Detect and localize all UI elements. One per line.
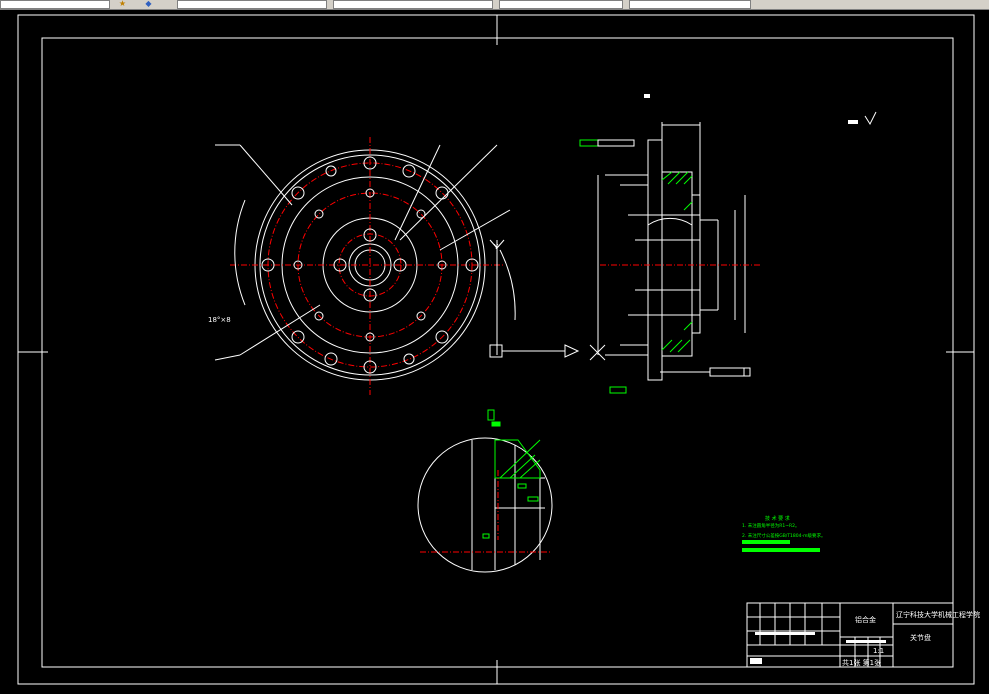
scale-label: 1:1	[873, 647, 884, 655]
part-name-label: 关节盘	[910, 633, 931, 642]
cad-drawing: 18°×8 Y 技 术 要 求 1. 未注圆角半径为R1~R2。 2. 未注尺寸…	[17, 14, 980, 685]
toolbar-dropdown-1[interactable]	[177, 0, 327, 9]
drawing-canvas[interactable]: 18°×8 Y 技 术 要 求 1. 未注圆角半径为R1~R2。 2. 未注尺寸…	[0, 10, 989, 690]
toolbar-dropdown-4[interactable]	[629, 0, 751, 9]
material-label: 铝合金	[855, 615, 876, 624]
angle-note: 18°×8	[208, 316, 231, 324]
tech-requirements: 技 术 要 求 1. 未注圆角半径为R1~R2。 2. 未注尺寸公差按GB/T1…	[742, 515, 826, 552]
section-hatching	[661, 171, 693, 353]
toolbar-dropdown-2[interactable]	[333, 0, 493, 9]
front-view: 18°×8 Y	[208, 137, 580, 395]
title-block-text: 铝合金 辽宁科技大学机械工程学院 关节盘 1:1 共1张 第1张	[750, 610, 980, 667]
outer-frame	[17, 14, 975, 685]
folder-icon[interactable]: ★	[118, 0, 127, 8]
tech-req-line-2: 2. 未注尺寸公差按GB/T1804-m级要求。	[742, 532, 826, 539]
detail-view	[417, 409, 553, 573]
toolbar-dropdown-0[interactable]	[0, 0, 110, 9]
school-label: 辽宁科技大学机械工程学院	[896, 610, 980, 619]
y-axis-label: Y	[493, 243, 499, 251]
cad-toolbar: ★ ◆	[0, 0, 989, 10]
shield-icon[interactable]: ◆	[144, 0, 153, 8]
tech-req-line-1: 1. 未注圆角半径为R1~R2。	[742, 522, 799, 529]
centering-marks	[18, 15, 974, 684]
sheet-label: 共1张 第1张	[842, 658, 881, 667]
side-labels	[579, 94, 877, 394]
tech-req-heading: 技 术 要 求	[765, 515, 790, 522]
toolbar-dropdown-3[interactable]	[499, 0, 623, 9]
